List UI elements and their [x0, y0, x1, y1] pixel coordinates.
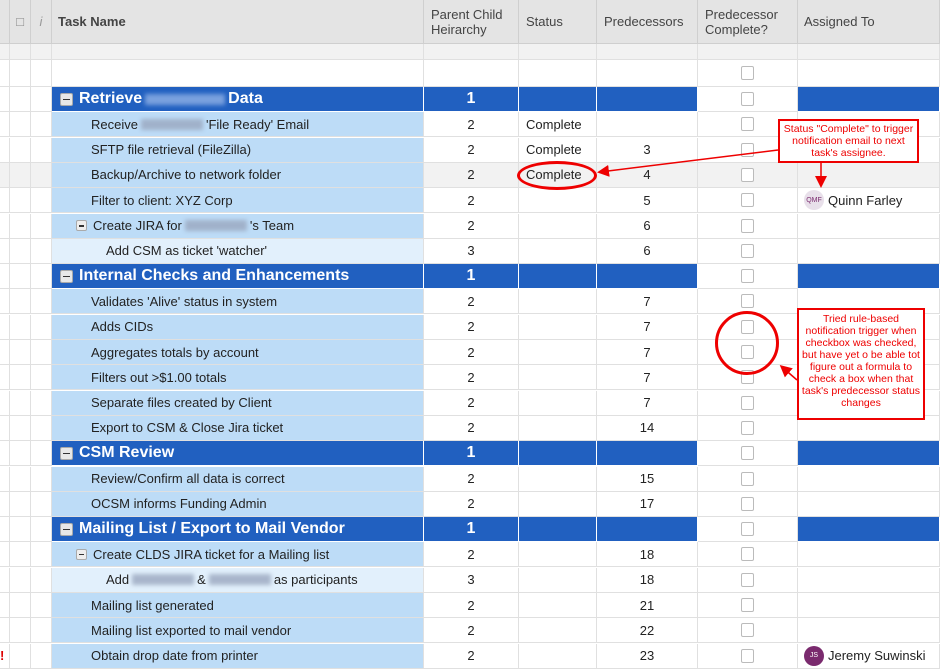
annotation-arrows — [597, 149, 827, 381]
arrow-to-checkboxes — [779, 365, 798, 381]
arrow-to-status — [597, 149, 779, 177]
